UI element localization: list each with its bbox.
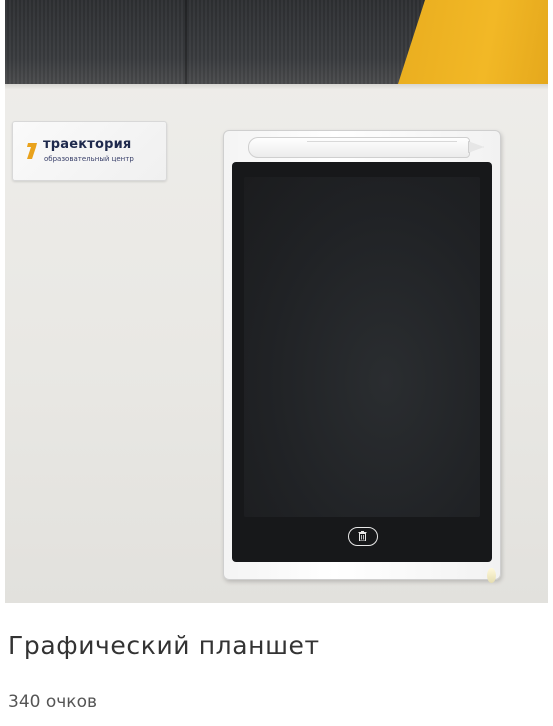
stylus-groove xyxy=(307,141,457,142)
product-price-points: 340 очков xyxy=(8,692,97,712)
arrow-logo-icon xyxy=(27,143,37,159)
erase-button xyxy=(348,527,378,546)
sticker-subtitle: образовательный центр xyxy=(44,155,134,163)
lcd-drawing-tablet xyxy=(223,130,501,583)
stylus-tip xyxy=(468,141,484,153)
tablet-screen xyxy=(244,177,480,517)
trash-icon xyxy=(358,531,367,541)
stylus xyxy=(248,137,470,158)
table-edge xyxy=(5,84,548,90)
tablet-bezel xyxy=(232,162,496,583)
lock-switch xyxy=(487,568,496,583)
product-title[interactable]: Графический планшет xyxy=(8,631,320,660)
sticker-brand-name: траектория xyxy=(43,137,132,152)
product-photo[interactable]: траектория образовательный центр xyxy=(5,0,548,603)
fabric-seam xyxy=(185,0,187,84)
brand-sticker: траектория образовательный центр xyxy=(12,121,167,181)
product-card[interactable]: траектория образовательный центр Графиче… xyxy=(0,0,553,726)
